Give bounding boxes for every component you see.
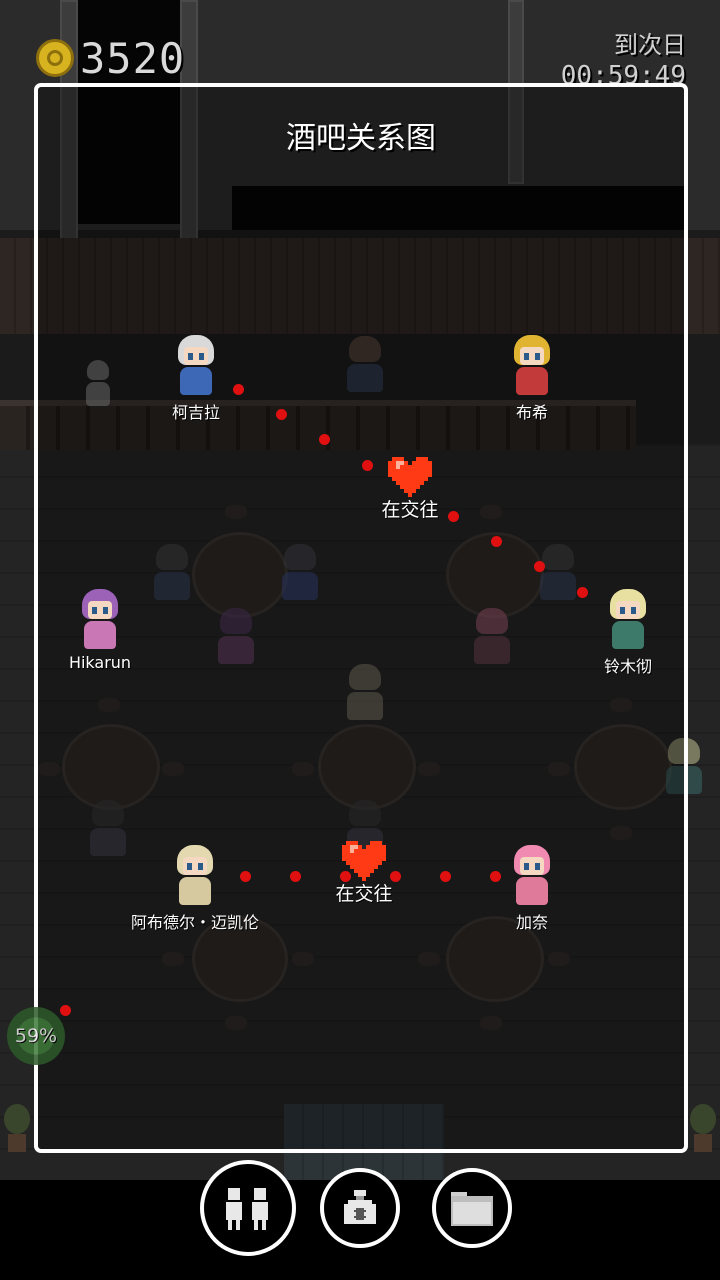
progress-label: 59% (14, 1025, 58, 1047)
connector-dot (534, 561, 545, 572)
connector-dot (276, 409, 287, 420)
connector-dot (290, 871, 301, 882)
character-sprite (508, 845, 556, 907)
heart-icon (342, 841, 386, 881)
heart-icon (388, 457, 432, 497)
character-name: 加奈 (515, 913, 548, 932)
character-name: 柯吉拉 (171, 403, 220, 422)
relationship-map: 在交往 在交往 柯吉拉 布希 Hikarun 铃木彻 阿布德尔・迈凯伦 加奈 (38, 87, 684, 1149)
character-name: 阿布德尔・迈凯伦 (130, 913, 259, 932)
folder-icon (451, 1192, 493, 1226)
notification-dot (60, 1005, 71, 1016)
relationship-button[interactable] (200, 1160, 296, 1256)
connector-dot (319, 434, 330, 445)
connector-dot (491, 536, 502, 547)
character-suzuki-toru[interactable]: 铃木彻 (568, 589, 688, 677)
timer-label: 到次日 (614, 31, 686, 59)
character-name: 布希 (515, 403, 548, 422)
character-sprite (76, 589, 124, 651)
relationship-people-icon (226, 1188, 268, 1230)
connector-dot (440, 871, 451, 882)
money-bag-icon (344, 1190, 376, 1224)
character-sprite (171, 845, 219, 907)
character-sprite (604, 589, 652, 651)
relation-label: 在交往 (335, 883, 393, 905)
relation-label: 在交往 (381, 499, 439, 521)
character-bushi[interactable]: 布希 (472, 335, 592, 423)
coin-amount: 3520 (80, 33, 186, 83)
character-sprite (508, 335, 556, 397)
potted-plant (0, 1104, 34, 1154)
coin-icon (36, 39, 74, 77)
relation-marker: 在交往 (314, 841, 414, 906)
potted-plant (686, 1104, 720, 1154)
character-name: Hikarun (68, 653, 132, 672)
character-name: 铃木彻 (603, 657, 652, 676)
character-hikarun[interactable]: Hikarun (40, 589, 160, 672)
character-kana[interactable]: 加奈 (472, 845, 592, 933)
character-kojira[interactable]: 柯吉拉 (136, 335, 256, 423)
relationship-panel: 酒吧关系图 在交往 在交往 柯吉拉 布希 Hikarun 铃木彻 阿布德尔・迈凯… (34, 83, 688, 1153)
relation-marker: 在交往 (360, 457, 460, 522)
progress-indicator[interactable]: 59% (7, 1007, 65, 1065)
coin-counter: 3520 (36, 33, 186, 83)
folder-button[interactable] (432, 1168, 512, 1248)
character-abdul-mclaren[interactable]: 阿布德尔・迈凯伦 (100, 845, 290, 933)
character-sprite (172, 335, 220, 397)
money-bag-button[interactable] (320, 1168, 400, 1248)
